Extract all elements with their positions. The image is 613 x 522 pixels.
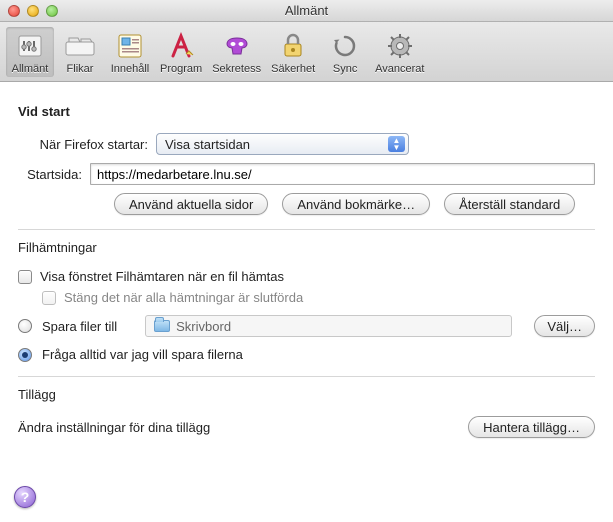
restore-default-button[interactable]: Återställ standard <box>444 193 575 215</box>
downloads-heading: Filhämtningar <box>18 240 595 255</box>
manage-addons-button[interactable]: Hantera tillägg… <box>468 416 595 438</box>
when-start-label: När Firefox startar: <box>18 137 148 152</box>
addons-description: Ändra inställningar för dina tillägg <box>18 420 210 435</box>
tab-label: Allmänt <box>10 63 50 75</box>
save-path-value: Skrivbord <box>176 319 231 334</box>
tab-label: Säkerhet <box>271 63 315 75</box>
tabs-icon <box>64 30 96 62</box>
tab-label: Innehåll <box>110 63 150 75</box>
tab-general[interactable]: Allmänt <box>6 27 54 77</box>
when-start-select[interactable]: Visa startsidan ▲▼ <box>156 133 409 155</box>
privacy-icon <box>221 30 253 62</box>
save-files-to-radio[interactable] <box>18 319 32 333</box>
always-ask-radio[interactable] <box>18 348 32 362</box>
folder-icon <box>154 320 170 332</box>
preferences-toolbar: Allmänt Flikar Innehåll Program Sekretes… <box>0 22 613 82</box>
checkbox-icon <box>18 270 32 284</box>
window-title: Allmänt <box>0 3 613 18</box>
tab-security[interactable]: Säkerhet <box>267 27 319 77</box>
content-icon <box>114 30 146 62</box>
always-ask-label: Fråga alltid var jag vill spara filerna <box>42 347 243 362</box>
tab-label: Program <box>160 63 202 75</box>
startup-heading: Vid start <box>18 104 595 119</box>
choose-folder-button[interactable]: Välj… <box>534 315 595 337</box>
homepage-label: Startsida: <box>18 167 82 182</box>
tab-label: Avancerat <box>375 63 424 75</box>
tab-privacy[interactable]: Sekretess <box>208 27 265 77</box>
tab-content[interactable]: Innehåll <box>106 27 154 77</box>
use-current-pages-button[interactable]: Använd aktuella sidor <box>114 193 268 215</box>
addons-heading: Tillägg <box>18 387 595 402</box>
tab-advanced[interactable]: Avancerat <box>371 27 428 77</box>
content-area: Vid start När Firefox startar: Visa star… <box>0 82 613 460</box>
save-path-well: Skrivbord <box>145 315 512 337</box>
when-start-value: Visa startsidan <box>165 137 250 152</box>
select-arrows-icon: ▲▼ <box>388 136 405 152</box>
tab-applications[interactable]: Program <box>156 27 206 77</box>
tab-sync[interactable]: Sync <box>321 27 369 77</box>
tab-label: Flikar <box>60 63 100 75</box>
help-button[interactable]: ? <box>14 486 36 508</box>
tab-label: Sekretess <box>212 63 261 75</box>
tab-label: Sync <box>325 63 365 75</box>
security-icon <box>277 30 309 62</box>
sync-icon <box>329 30 361 62</box>
show-downloads-window-label: Visa fönstret Filhämtaren när en fil häm… <box>40 269 284 284</box>
checkbox-icon <box>42 291 56 305</box>
save-files-to-label: Spara filer till <box>42 319 117 334</box>
general-icon <box>14 30 46 62</box>
use-bookmark-button[interactable]: Använd bokmärke… <box>282 193 430 215</box>
titlebar: Allmänt <box>0 0 613 22</box>
tab-tabs[interactable]: Flikar <box>56 27 104 77</box>
close-when-done-label: Stäng det när alla hämtningar är slutför… <box>64 290 303 305</box>
applications-icon <box>165 30 197 62</box>
show-downloads-window-checkbox[interactable]: Visa fönstret Filhämtaren när en fil häm… <box>18 269 595 284</box>
close-when-done-checkbox: Stäng det när alla hämtningar är slutför… <box>42 290 595 305</box>
homepage-input[interactable] <box>90 163 595 185</box>
advanced-icon <box>384 30 416 62</box>
